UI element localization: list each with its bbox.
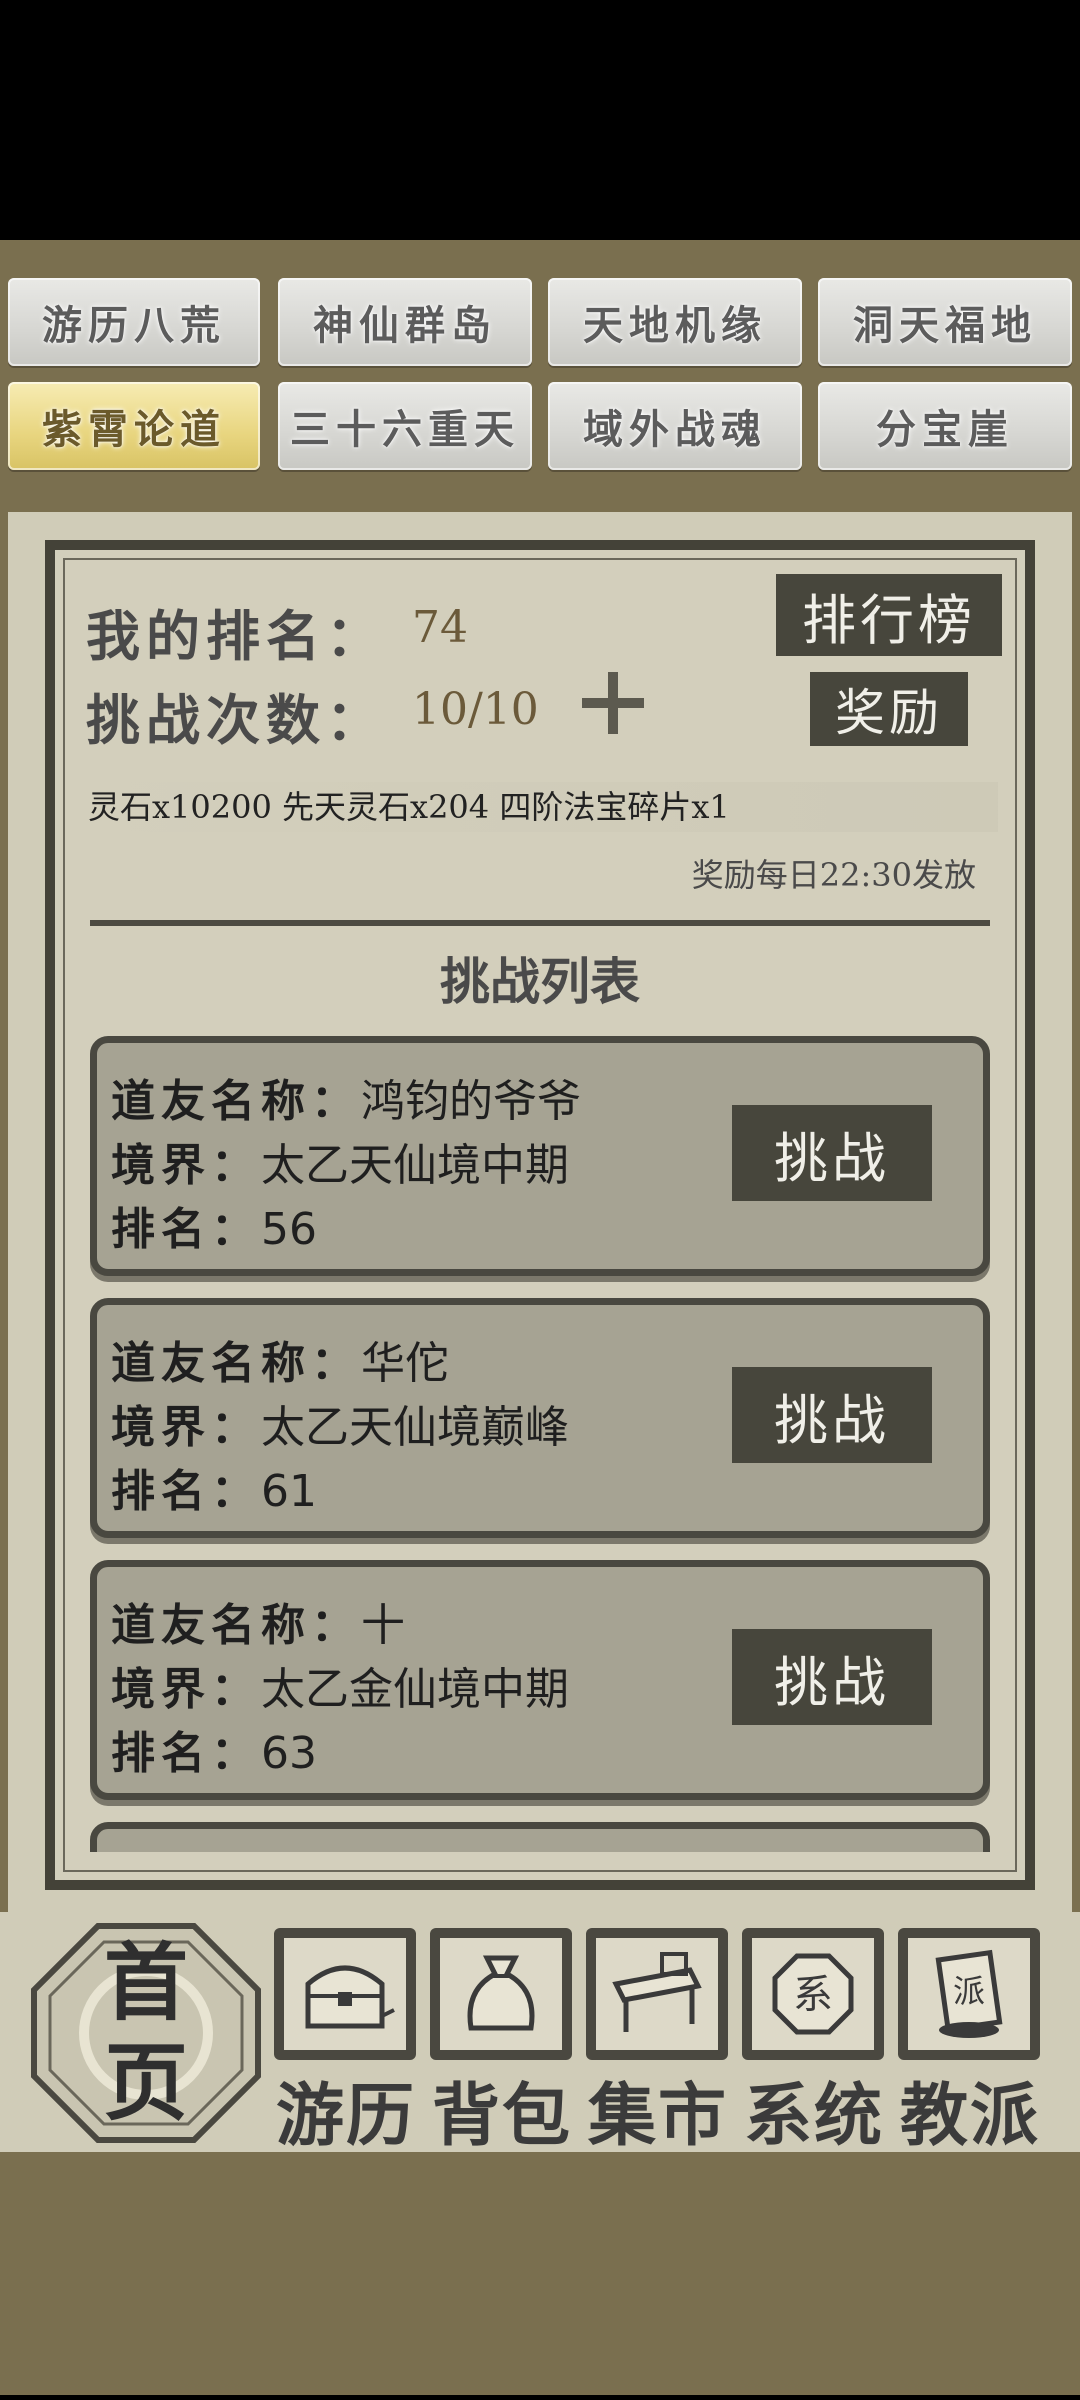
challenge-list-title: 挑战列表: [440, 952, 640, 1011]
realm-label: 境界：: [111, 1664, 261, 1715]
challenge-count-label: 挑战次数：: [86, 688, 386, 752]
svg-text:系: 系: [793, 1972, 833, 2018]
home-label: 首 页: [30, 1922, 262, 2144]
sect-scroll-icon: 派: [908, 1938, 1030, 2050]
opponent-name: 十: [361, 1600, 405, 1651]
tab-yuwai-zhanhun[interactable]: 域外战魂: [548, 382, 802, 470]
opponent-realm: 太乙天仙境巅峰: [261, 1402, 569, 1453]
realm-row: 境界：太乙金仙境中期: [111, 1653, 569, 1717]
name-label: 道友名称：: [111, 1076, 361, 1127]
home-label-top: 首: [103, 1933, 188, 2032]
name-row: 道友名称：鸿钧的爷爷: [111, 1065, 581, 1129]
reward-items: 灵石x10200 先天灵石x204 四阶法宝碎片x1: [88, 782, 998, 832]
rank-row: 排名：63: [111, 1717, 317, 1781]
tab-dongtian-fudi[interactable]: 洞天福地: [818, 278, 1072, 366]
market-stall-icon: [596, 1938, 718, 2050]
tab-shenxian-qundao[interactable]: 神仙群岛: [278, 278, 532, 366]
realm-label: 境界：: [111, 1402, 261, 1453]
rank-row: 排名：61: [111, 1455, 317, 1519]
challenge-card: 道友名称：鸿钧的爷爷 境界：太乙天仙境中期 排名：56 挑战: [90, 1036, 990, 1276]
name-label: 道友名称：: [111, 1600, 361, 1651]
opponent-realm: 太乙金仙境中期: [261, 1664, 569, 1715]
opponent-rank: 63: [261, 1728, 317, 1779]
nav-market-button[interactable]: [586, 1928, 728, 2060]
challenge-card: 道友名称：十 境界：太乙金仙境中期 排名：63 挑战: [90, 1560, 990, 1800]
opponent-name: 华佗: [361, 1338, 449, 1389]
rank-label: 排名：: [111, 1728, 261, 1779]
tab-youli-bahuang[interactable]: 游历八荒: [8, 278, 260, 366]
my-rank-label: 我的排名：: [86, 604, 386, 668]
challenge-button[interactable]: 挑战: [732, 1629, 932, 1725]
name-row: 道友名称：华佗: [111, 1327, 449, 1391]
nav-label-youli[interactable]: 游历: [266, 2060, 426, 2159]
challenge-card: 道友名称：华佗 境界：太乙天仙境巅峰 排名：61 挑战: [90, 1298, 990, 1538]
system-seal-icon: 系: [752, 1938, 874, 2050]
challenge-card: [90, 1822, 990, 1852]
nav-sect-button[interactable]: 派: [898, 1928, 1040, 2060]
my-rank-value: 74: [412, 602, 468, 653]
bag-icon: [440, 1938, 562, 2050]
nav-system-button[interactable]: 系: [742, 1928, 884, 2060]
treasure-chest-icon: [284, 1938, 406, 2050]
reward-schedule: 奖励每日22:30发放: [691, 856, 976, 894]
opponent-rank: 61: [261, 1466, 317, 1517]
realm-row: 境界：太乙天仙境巅峰: [111, 1391, 569, 1455]
tab-sanshiliu-chongtian[interactable]: 三十六重天: [278, 382, 532, 470]
divider: [90, 920, 990, 926]
opponent-name: 鸿钧的爷爷: [361, 1076, 581, 1127]
nav-label-system[interactable]: 系统: [734, 2060, 894, 2159]
realm-row: 境界：太乙天仙境中期: [111, 1129, 569, 1193]
svg-text:派: 派: [953, 1972, 985, 2010]
tab-fenbao-ya[interactable]: 分宝崖: [818, 382, 1072, 470]
leaderboard-button[interactable]: 排行榜: [776, 574, 1002, 656]
add-challenge-icon[interactable]: [582, 672, 644, 734]
challenge-count-value: 10/10: [412, 684, 539, 735]
realm-label: 境界：: [111, 1140, 261, 1191]
opponent-realm: 太乙天仙境中期: [261, 1140, 569, 1191]
app-root: 游历八荒 神仙群岛 天地机缘 洞天福地 紫霄论道 三十六重天 域外战魂 分宝崖 …: [0, 0, 1080, 2400]
name-label: 道友名称：: [111, 1338, 361, 1389]
challenge-button[interactable]: 挑战: [732, 1105, 932, 1201]
nav-bag-button[interactable]: [430, 1928, 572, 2060]
rank-label: 排名：: [111, 1466, 261, 1517]
nav-youli-button[interactable]: [274, 1928, 416, 2060]
nav-label-bag[interactable]: 背包: [422, 2060, 582, 2159]
home-label-bottom: 页: [103, 2033, 188, 2132]
name-row: 道友名称：十: [111, 1589, 405, 1653]
tab-tiandi-jiyuan[interactable]: 天地机缘: [548, 278, 802, 366]
tab-zixiao-lundao[interactable]: 紫霄论道: [8, 382, 260, 470]
opponent-rank: 56: [261, 1204, 317, 1255]
rank-label: 排名：: [111, 1204, 261, 1255]
challenge-button[interactable]: 挑战: [732, 1367, 932, 1463]
home-button[interactable]: 首 页: [30, 1922, 262, 2144]
nav-label-sect[interactable]: 教派: [890, 2060, 1050, 2159]
rank-row: 排名：56: [111, 1193, 317, 1257]
reward-button[interactable]: 奖励: [810, 672, 968, 746]
challenge-list[interactable]: 道友名称：鸿钧的爷爷 境界：太乙天仙境中期 排名：56 挑战 道友名称：华佗 境…: [90, 1030, 1000, 1852]
nav-label-market[interactable]: 集市: [578, 2060, 738, 2159]
